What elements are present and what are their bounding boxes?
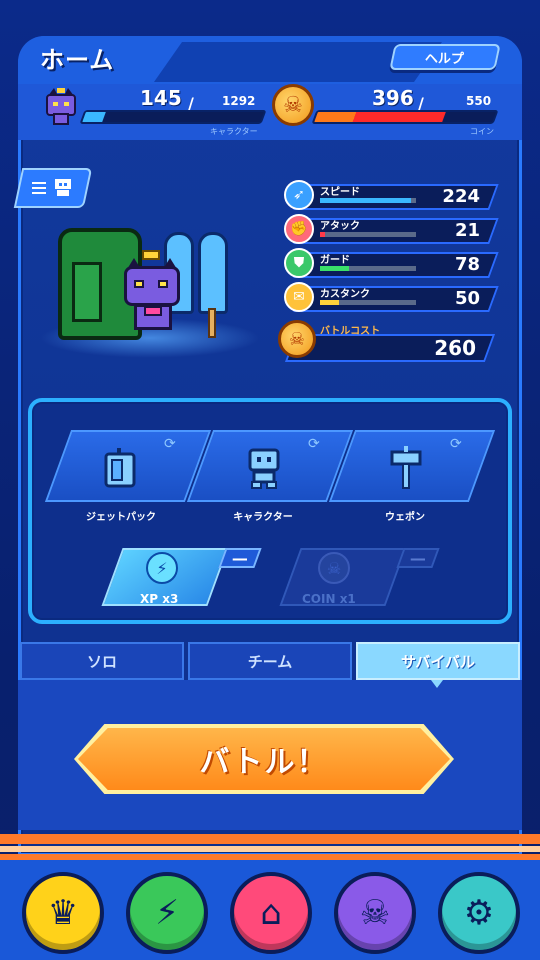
- crown-icon[interactable]: ♛: [22, 872, 104, 954]
- stat-value: 21: [454, 220, 480, 241]
- nav-stripe: [0, 846, 540, 852]
- battle-button[interactable]: バトル！: [78, 728, 450, 790]
- character-count: 145: [140, 86, 182, 110]
- weapon-stick: [208, 308, 216, 338]
- weapon-sprite-right: [198, 232, 228, 314]
- home-icon[interactable]: ⌂: [230, 872, 312, 954]
- versus-icon[interactable]: ⚡: [126, 872, 208, 954]
- equip-label-jetpack: ジェットパック: [86, 512, 156, 523]
- stat-row: ➶ スピード 224: [284, 180, 499, 210]
- character-icon: [55, 179, 71, 196]
- refresh-icon[interactable]: ⟳: [308, 436, 320, 452]
- coin-bar: [311, 110, 499, 124]
- hammer-icon: [390, 446, 422, 489]
- xp-boost-label: XP x3: [140, 592, 179, 606]
- tab-team[interactable]: チーム: [188, 642, 352, 680]
- home-screen: ホーム ヘルプ 145 / 1292 キャラクター ☠ 396 / 550 コイ…: [0, 0, 540, 960]
- skull-coin-icon: ☠: [272, 84, 314, 126]
- stat-name: スピード: [320, 187, 360, 198]
- stat-meter-fill: [320, 198, 412, 203]
- character-max: 1292: [222, 94, 256, 108]
- stat-name: ガード: [320, 255, 350, 266]
- xp-boost-coin-icon: ⚡: [146, 552, 178, 584]
- battle-button-label: バトル！: [199, 745, 329, 780]
- stat-meter-fill: [320, 232, 325, 237]
- coin-count: 396: [372, 86, 414, 110]
- settings-tools-icon[interactable]: ⚙: [438, 872, 520, 954]
- character-bar-fill: [82, 112, 106, 122]
- stat-meter: [320, 266, 416, 271]
- help-button-label: ヘルプ: [425, 51, 465, 67]
- coin-bar-fill: [314, 112, 446, 122]
- menu-lines-icon: [32, 182, 46, 194]
- stat-row: ⛊ ガード 78: [284, 248, 499, 278]
- xp-boost-minus-button[interactable]: —: [218, 548, 262, 568]
- tank-icon: ✉: [284, 282, 314, 312]
- character-bar: [79, 110, 267, 124]
- stat-meter-fill: [320, 266, 349, 271]
- coin-boost-skull-icon: ☠: [318, 552, 350, 584]
- stat-row: ✊ アタック 21: [284, 214, 499, 244]
- stat-meter: [320, 198, 416, 203]
- coin-max: 550: [466, 94, 492, 108]
- stat-value: 50: [454, 288, 480, 309]
- wing-icon: ➶: [284, 180, 314, 210]
- character-menu-button[interactable]: [13, 168, 93, 208]
- tab-solo[interactable]: ソロ: [20, 642, 184, 680]
- equip-label-weapon: ウェポン: [385, 512, 425, 523]
- equip-label-character: キャラクター: [233, 512, 293, 523]
- character-label: キャラクター: [210, 127, 258, 136]
- character-sprite: [120, 250, 184, 336]
- character-avatar-icon: [46, 88, 76, 125]
- stat-meter: [320, 300, 416, 305]
- character-icon: [248, 448, 280, 489]
- coin-boost-minus-button[interactable]: —: [396, 548, 440, 568]
- shield-icon: ⛊: [284, 248, 314, 278]
- stat-row: ✉ カスタンク 50: [284, 282, 499, 312]
- stat-value: 224: [442, 186, 480, 207]
- page-title: ホーム: [40, 46, 115, 74]
- jetpack-icon: [104, 448, 136, 488]
- stat-value: 78: [454, 254, 480, 275]
- help-button[interactable]: ヘルプ: [389, 44, 501, 70]
- tab-survival[interactable]: サバイバル: [356, 642, 520, 680]
- tab-pointer: [431, 680, 443, 688]
- battle-cost-value: 260: [434, 336, 476, 360]
- coin-label: コイン: [470, 127, 494, 136]
- refresh-icon[interactable]: ⟳: [450, 436, 462, 452]
- refresh-icon[interactable]: ⟳: [164, 436, 176, 452]
- battle-cost-coin-icon: ☠: [278, 320, 316, 358]
- fist-icon: ✊: [284, 214, 314, 244]
- stat-meter-fill: [320, 300, 340, 305]
- battle-cost-label: バトルコスト: [320, 326, 381, 337]
- coin-boost-label: COIN x1: [302, 592, 356, 606]
- nav-stripe: [0, 834, 540, 844]
- stat-meter: [320, 232, 416, 237]
- shop-bag-icon[interactable]: ☠: [334, 872, 416, 954]
- stat-name: カスタンク: [320, 289, 370, 300]
- stat-name: アタック: [320, 221, 360, 232]
